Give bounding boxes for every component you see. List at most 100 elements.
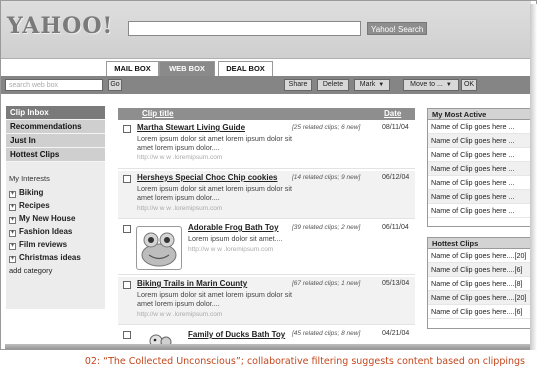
interest-item[interactable]: + Recipes <box>6 199 105 212</box>
clip-excerpt: Lorem ipsum dolor sit amet.... <box>188 234 283 243</box>
clip-related-count: [45 related clips; 8 new] <box>292 330 361 337</box>
clip-excerpt: Lorem ipsum dolor sit amet lorem ipsum d… <box>137 184 292 202</box>
interest-item[interactable]: + My New House <box>6 212 105 225</box>
clip-related-count: [14 related clips; 9 new] <box>292 174 361 181</box>
clip-checkbox[interactable] <box>123 281 131 289</box>
clip-checkbox[interactable] <box>123 125 131 133</box>
clip-date: 08/11/04 <box>382 124 409 131</box>
frame-shadow <box>530 4 537 350</box>
clip-row: Hersheys Special Choc Chip cookies [14 r… <box>118 171 415 219</box>
interest-label: My New House <box>19 214 76 223</box>
sidebar-item-just-in[interactable]: Just In <box>6 134 105 148</box>
most-active-item[interactable]: Name of Clip goes here ... <box>428 204 531 218</box>
clip-related-count: [25 related clips; 6 new] <box>292 124 361 131</box>
search-input[interactable] <box>128 21 361 36</box>
interest-item[interactable]: + Film reviews <box>6 238 105 251</box>
clip-list-header: Clip title Date <box>118 108 415 120</box>
most-active-heading: My Most Active <box>428 108 531 120</box>
clip-date: 06/12/04 <box>382 174 410 181</box>
share-button[interactable]: Share <box>284 79 312 91</box>
clip-row: Adorable Frog Bath Toy [39 related clips… <box>118 221 415 275</box>
clip-related-count: [39 related clips; 2 new] <box>292 224 361 231</box>
expand-plus-icon[interactable]: + <box>9 217 16 224</box>
most-active-item[interactable]: Name of Clip goes here ... <box>428 162 531 176</box>
frog-toy-thumbnail[interactable] <box>136 226 182 270</box>
clip-title-link[interactable]: Family of Ducks Bath Toy <box>188 330 285 339</box>
clip-url[interactable]: http://w w w .loremipsum.com <box>137 311 222 318</box>
clip-row: Family of Ducks Bath Toy [45 related cli… <box>118 327 415 348</box>
move-to-label: Move to ... <box>410 81 443 88</box>
interest-item[interactable]: + Christmas ideas <box>6 251 105 264</box>
interest-label: Biking <box>19 188 44 197</box>
ok-button[interactable]: OK <box>461 79 477 91</box>
mark-label: Mark <box>359 81 376 88</box>
clip-checkbox[interactable] <box>123 175 131 183</box>
expand-plus-icon[interactable]: + <box>9 204 16 211</box>
clip-title-link[interactable]: Biking Trails in Marin County <box>137 279 247 288</box>
clip-title-link[interactable]: Hersheys Special Choc Chip cookies <box>137 173 278 182</box>
expand-plus-icon[interactable]: + <box>9 256 16 263</box>
sidebar-item-clip-inbox[interactable]: Clip Inbox <box>6 106 105 120</box>
yahoo-logo[interactable]: YAHOO! <box>7 13 113 39</box>
clip-url[interactable]: http://w w w .loremipsum.com <box>137 205 222 212</box>
column-date[interactable]: Date <box>384 109 401 118</box>
clip-row: Biking Trails in Marin County [67 relate… <box>118 277 415 325</box>
move-to-dropdown[interactable]: Move to ... ▼ <box>403 79 459 91</box>
hottest-clips-panel: Hottest Clips Name of Clip goes here....… <box>427 237 531 329</box>
hottest-clip-item[interactable]: Name of Clip goes here....[6] <box>428 305 531 319</box>
interest-label: Recipes <box>19 201 50 210</box>
tab-deal-box[interactable]: DEAL BOX <box>218 61 273 76</box>
interests-heading: My Interests <box>9 174 50 183</box>
clip-date: 05/13/04 <box>382 280 410 287</box>
interest-label: Christmas ideas <box>19 253 81 262</box>
go-button[interactable]: Go <box>108 79 122 91</box>
tab-mail-box[interactable]: MAIL BOX <box>106 61 159 76</box>
clip-url[interactable]: http://w w w .loremipsum.com <box>188 246 273 253</box>
app-frame: YAHOO! Yahoo! Search MAIL BOX WEB BOX DE… <box>0 0 537 350</box>
clip-checkbox[interactable] <box>123 331 131 339</box>
most-active-item[interactable]: Name of Clip goes here ... <box>428 190 531 204</box>
interest-item[interactable]: + Fashion Ideas <box>6 225 105 238</box>
clip-related-count: [67 related clips; 1 new] <box>292 280 361 287</box>
hottest-clip-item[interactable]: Name of Clip goes here....[6] <box>428 263 531 277</box>
clip-title-link[interactable]: Martha Stewart Living Guide <box>137 123 245 132</box>
clip-row: Martha Stewart Living Guide [25 related … <box>118 121 415 169</box>
tab-web-box[interactable]: WEB BOX <box>159 61 215 76</box>
web-box-search-input[interactable]: search web box <box>5 79 103 91</box>
expand-plus-icon[interactable]: + <box>9 230 16 237</box>
hottest-clip-item[interactable]: Name of Clip goes here....[20] <box>428 291 531 305</box>
sidebar-item-recommendations[interactable]: Recommendations <box>6 120 105 134</box>
clip-date: 06/11/04 <box>382 224 409 231</box>
interest-label: Film reviews <box>19 240 68 249</box>
most-active-item[interactable]: Name of Clip goes here ... <box>428 120 531 134</box>
frog-icon <box>141 232 177 267</box>
clip-date: 04/21/04 <box>382 330 410 337</box>
most-active-item[interactable]: Name of Clip goes here ... <box>428 176 531 190</box>
expand-plus-icon[interactable]: + <box>9 243 16 250</box>
chevron-down-icon: ▼ <box>445 82 452 88</box>
yahoo-search-button[interactable]: Yahoo! Search <box>367 22 428 35</box>
sidebar-item-hottest-clips[interactable]: Hottest Clips <box>6 148 105 162</box>
interest-label: Fashion Ideas <box>19 227 73 236</box>
sidebar: Clip Inbox Recommendations Just In Hotte… <box>6 106 105 309</box>
interest-item[interactable]: + Biking <box>6 186 105 199</box>
most-active-item[interactable]: Name of Clip goes here ... <box>428 148 531 162</box>
toolbar: search web box Go Share Delete Mark ▼ Mov… <box>1 76 531 94</box>
clip-url[interactable]: http://w w w .loremipsum.com <box>137 154 222 161</box>
clip-title-link[interactable]: Adorable Frog Bath Toy <box>188 223 279 232</box>
most-active-panel: My Most Active Name of Clip goes here ..… <box>427 108 531 227</box>
chevron-down-icon: ▼ <box>378 82 385 88</box>
expand-plus-icon[interactable]: + <box>9 191 16 198</box>
clip-excerpt: Lorem ipsum dolor sit amet lorem ipsum d… <box>137 134 292 152</box>
hottest-clip-item[interactable]: Name of Clip goes here....[20] <box>428 249 531 263</box>
footer-bar <box>5 344 531 349</box>
clip-checkbox[interactable] <box>123 225 131 233</box>
delete-button[interactable]: Delete <box>317 79 349 91</box>
column-clip-title[interactable]: Clip title <box>142 109 174 118</box>
add-category-link[interactable]: add category <box>6 266 105 275</box>
most-active-item[interactable]: Name of Clip goes here ... <box>428 134 531 148</box>
clip-excerpt: Lorem ipsum dolor sit amet lorem ipsum d… <box>137 290 292 308</box>
header-bar: YAHOO! Yahoo! Search <box>1 1 531 59</box>
mark-dropdown[interactable]: Mark ▼ <box>354 79 390 91</box>
hottest-clip-item[interactable]: Name of Clip goes here....[8] <box>428 277 531 291</box>
